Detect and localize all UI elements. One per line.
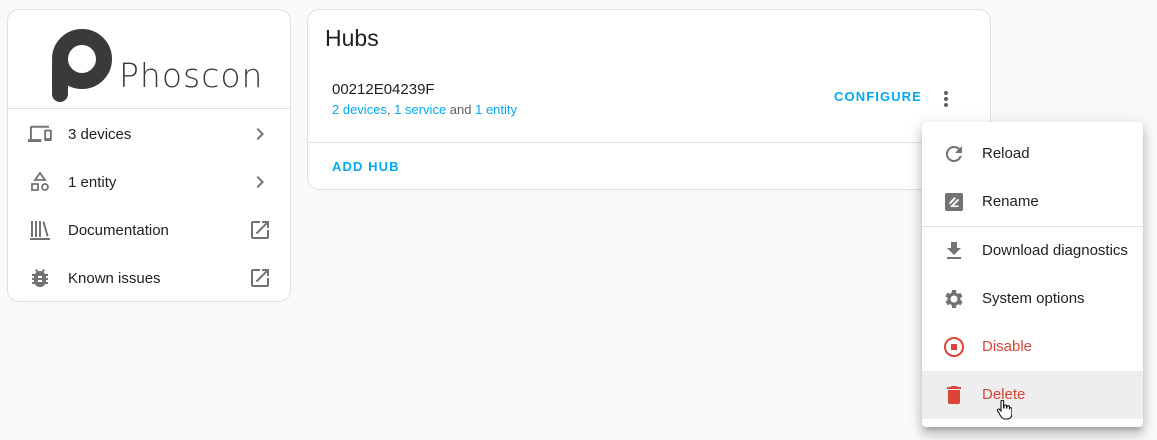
menu-item-label: System options (982, 290, 1085, 307)
configure-button[interactable]: CONFIGURE (834, 89, 922, 104)
service-link[interactable]: 1 service (394, 102, 446, 117)
phoscon-logo-icon (52, 29, 112, 102)
hubs-card: Hubs 00212E04239F 2 devices, 1 service a… (307, 9, 991, 190)
devices-icon (28, 125, 52, 142)
sidebar-item-documentation[interactable]: Documentation (8, 206, 292, 254)
devices-link[interactable]: 2 devices (332, 102, 387, 117)
sidebar-item-label: Known issues (68, 269, 161, 287)
menu-item-label: Reload (982, 145, 1030, 162)
hubs-title: Hubs (325, 25, 379, 51)
menu-item-rename[interactable]: Rename (922, 178, 1143, 226)
overflow-menu: Reload Rename Download diagnostics Syste… (922, 122, 1143, 427)
menu-item-reload[interactable]: Reload (922, 130, 1143, 178)
sidebar-item-label: 3 devices (68, 125, 132, 143)
more-vert-icon[interactable] (934, 87, 958, 111)
chevron-right-icon (256, 176, 264, 188)
sidebar-item-entities[interactable]: 1 entity (8, 158, 292, 206)
hub-name: 00212E04239F (332, 81, 435, 98)
sidebar-item-known-issues[interactable]: Known issues (8, 254, 292, 302)
chevron-right-icon (256, 128, 264, 140)
bookshelf-icon (30, 221, 50, 240)
shapes-icon (31, 171, 49, 191)
entity-link[interactable]: 1 entity (475, 102, 517, 117)
delete-icon (947, 386, 961, 404)
open-in-new-icon (251, 269, 269, 287)
menu-item-download-diagnostics[interactable]: Download diagnostics (922, 227, 1143, 275)
stop-circle-icon (944, 337, 964, 357)
sidebar-item-label: Documentation (68, 221, 169, 239)
hand-cursor-icon (996, 400, 1012, 420)
menu-item-label: Disable (982, 338, 1033, 355)
menu-item-label: Rename (982, 193, 1039, 210)
menu-item-label: Download diagnostics (982, 242, 1128, 259)
menu-item-system-options[interactable]: System options (922, 275, 1143, 323)
hub-links: 2 devices, 1 service and 1 entity (332, 102, 517, 117)
brand-name: Phoscon (119, 56, 264, 95)
sidebar-item-label: 1 entity (68, 173, 117, 191)
sidebar-item-devices[interactable]: 3 devices (8, 110, 292, 158)
menu-item-delete[interactable]: Delete (922, 371, 1143, 419)
bug-icon (32, 269, 48, 288)
links-separator: and (446, 102, 476, 117)
gear-icon (945, 290, 963, 308)
download-icon (947, 242, 961, 259)
reload-icon (945, 145, 962, 162)
divider (308, 142, 990, 143)
add-hub-button[interactable]: ADD HUB (332, 159, 400, 174)
menu-item-disable[interactable]: Disable (922, 323, 1143, 371)
brand-logo-area: Phoscon (8, 10, 290, 109)
integration-card: Phoscon 3 devices 1 entity Documentation… (7, 9, 291, 302)
rename-icon (945, 193, 963, 211)
open-in-new-icon (251, 221, 269, 239)
